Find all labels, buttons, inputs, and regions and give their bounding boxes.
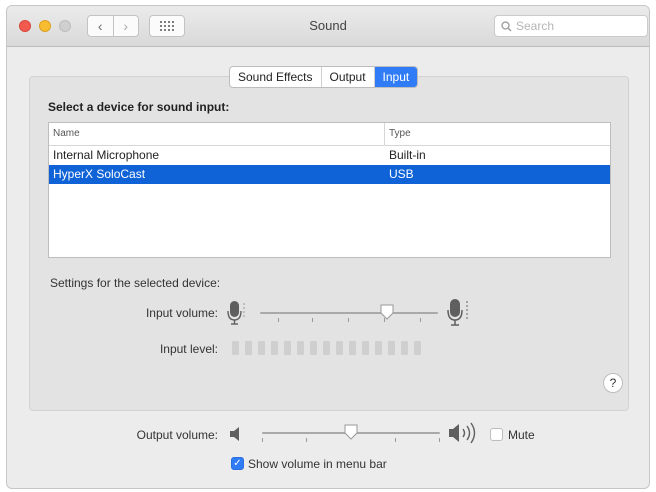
slider-tick [420, 318, 421, 322]
show-volume-label[interactable]: Show volume in menu bar [248, 457, 387, 471]
device-section-title: Select a device for sound input: [48, 100, 230, 114]
tab-input[interactable]: Input [373, 67, 418, 87]
level-bar [336, 341, 343, 355]
microphone-high-icon [447, 299, 468, 326]
table-row[interactable]: Internal Microphone Built-in [49, 146, 610, 165]
device-name: Internal Microphone [53, 148, 160, 162]
output-volume-slider[interactable] [262, 422, 440, 446]
device-name: HyperX SoloCast [53, 167, 146, 181]
question-icon: ? [609, 376, 617, 390]
level-bar [271, 341, 278, 355]
input-volume-slider[interactable] [260, 302, 438, 326]
level-bar [414, 341, 421, 355]
table-row-selected[interactable]: HyperX SoloCast USB [49, 165, 610, 184]
tab-bar: Sound Effects Output Input [229, 66, 419, 88]
level-bar [401, 341, 408, 355]
level-bar [375, 341, 382, 355]
column-header-name[interactable]: Name [49, 123, 385, 145]
level-bar [284, 341, 291, 355]
slider-tick [278, 318, 279, 322]
title-bar: ‹ › Sound [7, 6, 649, 47]
input-level-meter [232, 341, 421, 355]
search-icon [501, 20, 512, 31]
speaker-high-icon [449, 422, 476, 444]
show-volume-checkbox[interactable]: ✓ [231, 457, 244, 470]
device-type: Built-in [389, 148, 426, 162]
level-bar [245, 341, 252, 355]
search-field[interactable] [494, 15, 648, 37]
slider-tick [312, 318, 313, 322]
microphone-low-icon [227, 301, 245, 325]
output-volume-label: Output volume: [136, 428, 218, 442]
settings-section-title: Settings for the selected device: [50, 276, 221, 290]
output-volume-thumb[interactable] [344, 424, 358, 440]
input-volume-label: Input volume: [145, 306, 218, 320]
slider-tick [348, 318, 349, 322]
input-level-label: Input level: [159, 342, 218, 356]
level-bar [232, 341, 239, 355]
level-bar [310, 341, 317, 355]
checkmark-icon: ✓ [233, 458, 242, 469]
table-header: Name Type [49, 123, 610, 146]
search-input[interactable] [516, 19, 636, 33]
slider-tick [439, 438, 440, 442]
level-bar [349, 341, 356, 355]
level-bar [297, 341, 304, 355]
mute-checkbox[interactable] [490, 428, 503, 441]
tab-output[interactable]: Output [320, 67, 374, 87]
level-bar [258, 341, 265, 355]
device-type: USB [389, 167, 414, 181]
speaker-low-icon [230, 427, 239, 441]
help-button[interactable]: ? [603, 373, 623, 393]
slider-tick [395, 438, 396, 442]
slider-tick [306, 438, 307, 442]
input-volume-thumb[interactable] [380, 304, 394, 320]
device-table[interactable]: Name Type Internal Microphone Built-in H… [48, 122, 611, 258]
column-header-type[interactable]: Type [385, 123, 411, 145]
tab-sound-effects[interactable]: Sound Effects [230, 67, 320, 87]
input-volume-track [260, 312, 438, 314]
level-bar [323, 341, 330, 355]
mute-label[interactable]: Mute [508, 428, 535, 442]
slider-tick [262, 438, 263, 442]
level-bar [388, 341, 395, 355]
level-bar [362, 341, 369, 355]
